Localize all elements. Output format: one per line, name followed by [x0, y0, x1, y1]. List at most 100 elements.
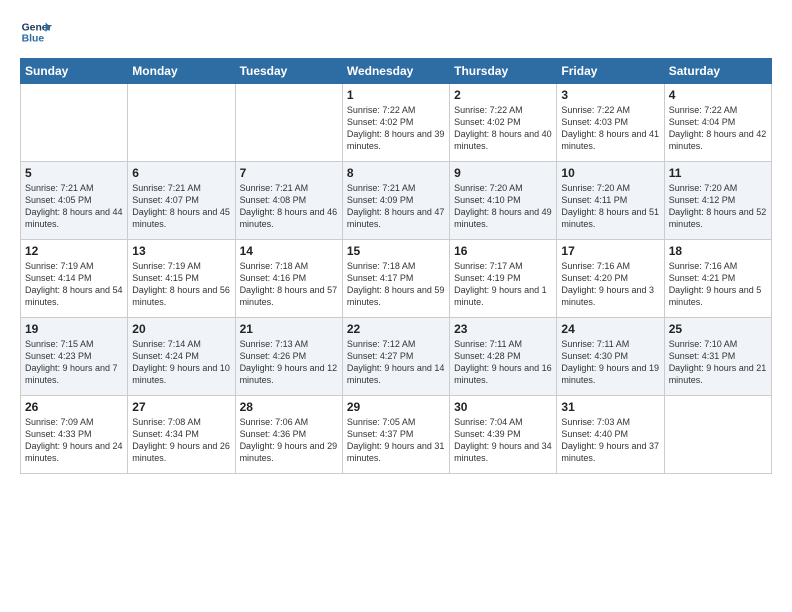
cell-content: Sunrise: 7:12 AM Sunset: 4:27 PM Dayligh… — [347, 338, 445, 387]
day-number: 6 — [132, 166, 230, 180]
calendar-cell: 26Sunrise: 7:09 AM Sunset: 4:33 PM Dayli… — [21, 396, 128, 474]
cell-content: Sunrise: 7:18 AM Sunset: 4:16 PM Dayligh… — [240, 260, 338, 309]
cell-content: Sunrise: 7:04 AM Sunset: 4:39 PM Dayligh… — [454, 416, 552, 465]
cell-content: Sunrise: 7:21 AM Sunset: 4:08 PM Dayligh… — [240, 182, 338, 231]
calendar-cell: 31 Sunrise: 7:03 AM Sunset: 4:40 PM Dayli… — [557, 396, 664, 474]
day-number: 27 — [132, 400, 230, 414]
day-number: 13 — [132, 244, 230, 258]
day-number: 8 — [347, 166, 445, 180]
day-number: 31 — [561, 400, 659, 414]
day-number: 10 — [561, 166, 659, 180]
day-number: 29 — [347, 400, 445, 414]
calendar-cell — [235, 84, 342, 162]
cell-content: Sunrise: 7:15 AM Sunset: 4:23 PM Dayligh… — [25, 338, 123, 387]
day-number: 18 — [669, 244, 767, 258]
calendar-cell: 14 Sunrise: 7:18 AM Sunset: 4:16 PM Dayli… — [235, 240, 342, 318]
calendar-day-header: Monday — [128, 59, 235, 84]
day-number: 24 — [561, 322, 659, 336]
day-number: 9 — [454, 166, 552, 180]
calendar-cell: 29 Sunrise: 7:05 AM Sunset: 4:37 PM Dayli… — [342, 396, 449, 474]
calendar-cell: 12 Sunrise: 7:19 AM Sunset: 4:14 PM Dayli… — [21, 240, 128, 318]
calendar-cell: 25 Sunrise: 7:10 AM Sunset: 4:31 PM Dayli… — [664, 318, 771, 396]
calendar-cell: 6 Sunrise: 7:21 AM Sunset: 4:07 PM Daylig… — [128, 162, 235, 240]
calendar-cell — [664, 396, 771, 474]
calendar-cell — [128, 84, 235, 162]
calendar-day-header: Wednesday — [342, 59, 449, 84]
calendar-cell: 1 Sunrise: 7:22 AM Sunset: 4:02 PM Daylig… — [342, 84, 449, 162]
cell-content: Sunrise: 7:18 AM Sunset: 4:17 PM Dayligh… — [347, 260, 445, 309]
calendar-cell: 13 Sunrise: 7:19 AM Sunset: 4:15 PM Dayli… — [128, 240, 235, 318]
calendar-cell: 18Sunrise: 7:16 AM Sunset: 4:21 PM Dayli… — [664, 240, 771, 318]
cell-content: Sunrise: 7:19 AM Sunset: 4:15 PM Dayligh… — [132, 260, 230, 309]
day-number: 1 — [347, 88, 445, 102]
calendar-cell: 28 Sunrise: 7:06 AM Sunset: 4:36 PM Dayli… — [235, 396, 342, 474]
svg-text:Blue: Blue — [22, 34, 45, 45]
day-number: 5 — [25, 166, 123, 180]
day-number: 28 — [240, 400, 338, 414]
cell-content: Sunrise: 7:20 AM Sunset: 4:11 PM Dayligh… — [561, 182, 659, 231]
cell-content: Sunrise: 7:20 AM Sunset: 4:12 PM Dayligh… — [669, 182, 767, 231]
header: General Blue — [20, 16, 772, 48]
calendar-day-header: Tuesday — [235, 59, 342, 84]
calendar-header-row: SundayMondayTuesdayWednesdayThursdayFrid… — [21, 59, 772, 84]
calendar-cell: 9 Sunrise: 7:20 AM Sunset: 4:10 PM Daylig… — [450, 162, 557, 240]
cell-content: Sunrise: 7:14 AM Sunset: 4:24 PM Dayligh… — [132, 338, 230, 387]
cell-content: Sunrise: 7:20 AM Sunset: 4:10 PM Dayligh… — [454, 182, 552, 231]
cell-content: Sunrise: 7:05 AM Sunset: 4:37 PM Dayligh… — [347, 416, 445, 465]
calendar-cell: 16 Sunrise: 7:17 AM Sunset: 4:19 PM Dayli… — [450, 240, 557, 318]
calendar-cell: 8 Sunrise: 7:21 AM Sunset: 4:09 PM Daylig… — [342, 162, 449, 240]
calendar-day-header: Sunday — [21, 59, 128, 84]
cell-content: Sunrise: 7:06 AM Sunset: 4:36 PM Dayligh… — [240, 416, 338, 465]
day-number: 26 — [25, 400, 123, 414]
cell-content: Sunrise: 7:16 AM Sunset: 4:20 PM Dayligh… — [561, 260, 659, 309]
calendar-cell: 23Sunrise: 7:11 AM Sunset: 4:28 PM Dayli… — [450, 318, 557, 396]
day-number: 7 — [240, 166, 338, 180]
cell-content: Sunrise: 7:21 AM Sunset: 4:09 PM Dayligh… — [347, 182, 445, 231]
cell-content: Sunrise: 7:17 AM Sunset: 4:19 PM Dayligh… — [454, 260, 552, 309]
cell-content: Sunrise: 7:03 AM Sunset: 4:40 PM Dayligh… — [561, 416, 659, 465]
calendar-cell: 21 Sunrise: 7:13 AM Sunset: 4:26 PM Dayli… — [235, 318, 342, 396]
cell-content: Sunrise: 7:13 AM Sunset: 4:26 PM Dayligh… — [240, 338, 338, 387]
calendar-cell: 7 Sunrise: 7:21 AM Sunset: 4:08 PM Daylig… — [235, 162, 342, 240]
cell-content: Sunrise: 7:08 AM Sunset: 4:34 PM Dayligh… — [132, 416, 230, 465]
logo-icon: General Blue — [20, 16, 52, 48]
day-number: 16 — [454, 244, 552, 258]
cell-content: Sunrise: 7:21 AM Sunset: 4:07 PM Dayligh… — [132, 182, 230, 231]
cell-content: Sunrise: 7:22 AM Sunset: 4:03 PM Dayligh… — [561, 104, 659, 153]
day-number: 4 — [669, 88, 767, 102]
day-number: 22 — [347, 322, 445, 336]
day-number: 20 — [132, 322, 230, 336]
calendar-week-row: 5 Sunrise: 7:21 AM Sunset: 4:05 PM Daylig… — [21, 162, 772, 240]
calendar-cell: 2Sunrise: 7:22 AM Sunset: 4:02 PM Daylig… — [450, 84, 557, 162]
calendar-cell: 22 Sunrise: 7:12 AM Sunset: 4:27 PM Dayli… — [342, 318, 449, 396]
page: General Blue SundayMondayTuesdayWednesda… — [0, 0, 792, 612]
calendar-day-header: Saturday — [664, 59, 771, 84]
calendar-cell: 5 Sunrise: 7:21 AM Sunset: 4:05 PM Daylig… — [21, 162, 128, 240]
calendar-week-row: 26Sunrise: 7:09 AM Sunset: 4:33 PM Dayli… — [21, 396, 772, 474]
cell-content: Sunrise: 7:19 AM Sunset: 4:14 PM Dayligh… — [25, 260, 123, 309]
calendar-cell: 27 Sunrise: 7:08 AM Sunset: 4:34 PM Dayli… — [128, 396, 235, 474]
calendar-table: SundayMondayTuesdayWednesdayThursdayFrid… — [20, 58, 772, 474]
day-number: 12 — [25, 244, 123, 258]
calendar-cell: 4Sunrise: 7:22 AM Sunset: 4:04 PM Daylig… — [664, 84, 771, 162]
cell-content: Sunrise: 7:22 AM Sunset: 4:02 PM Dayligh… — [347, 104, 445, 153]
cell-content: Sunrise: 7:10 AM Sunset: 4:31 PM Dayligh… — [669, 338, 767, 387]
calendar-cell: 19Sunrise: 7:15 AM Sunset: 4:23 PM Dayli… — [21, 318, 128, 396]
logo: General Blue — [20, 16, 52, 48]
day-number: 17 — [561, 244, 659, 258]
calendar-cell: 30Sunrise: 7:04 AM Sunset: 4:39 PM Dayli… — [450, 396, 557, 474]
calendar-week-row: 19Sunrise: 7:15 AM Sunset: 4:23 PM Dayli… — [21, 318, 772, 396]
day-number: 14 — [240, 244, 338, 258]
calendar-cell: 17 Sunrise: 7:16 AM Sunset: 4:20 PM Dayli… — [557, 240, 664, 318]
cell-content: Sunrise: 7:11 AM Sunset: 4:30 PM Dayligh… — [561, 338, 659, 387]
day-number: 11 — [669, 166, 767, 180]
day-number: 23 — [454, 322, 552, 336]
calendar-day-header: Friday — [557, 59, 664, 84]
day-number: 21 — [240, 322, 338, 336]
day-number: 25 — [669, 322, 767, 336]
calendar-cell: 20 Sunrise: 7:14 AM Sunset: 4:24 PM Dayli… — [128, 318, 235, 396]
calendar-cell: 3 Sunrise: 7:22 AM Sunset: 4:03 PM Daylig… — [557, 84, 664, 162]
day-number: 3 — [561, 88, 659, 102]
cell-content: Sunrise: 7:21 AM Sunset: 4:05 PM Dayligh… — [25, 182, 123, 231]
calendar-cell — [21, 84, 128, 162]
